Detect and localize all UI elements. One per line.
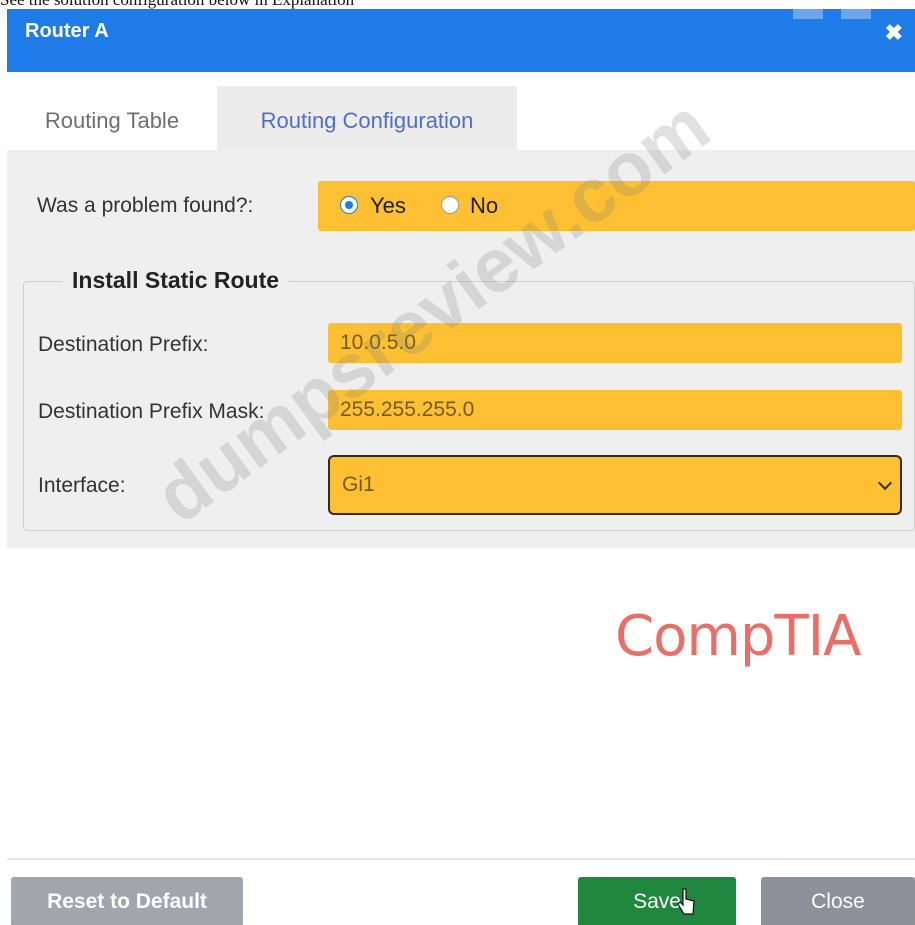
problem-found-radio-group: Yes No: [318, 181, 915, 231]
comptia-logo: CompTIA: [615, 604, 861, 669]
tab-routing-configuration[interactable]: Routing Configuration: [217, 86, 517, 156]
interface-select-value: Gi1: [342, 473, 375, 496]
yes-radio-label: Yes: [370, 193, 406, 218]
close-icon[interactable]: ✖: [885, 21, 903, 45]
interface-select[interactable]: Gi1: [328, 455, 902, 515]
tab-bar: Routing Table Routing Configuration: [7, 72, 915, 156]
problem-found-label: Was a problem found?:: [37, 194, 254, 217]
close-button[interactable]: Close: [761, 877, 915, 925]
dialog-title: Router A: [25, 20, 109, 42]
no-radio-label: No: [470, 193, 499, 218]
routing-configuration-panel: Was a problem found?: Yes No Install Sta…: [7, 150, 915, 548]
chevron-down-icon: [877, 475, 893, 491]
dialog-title-bar: Router A ✖: [7, 9, 915, 72]
tab-routing-table[interactable]: Routing Table: [7, 86, 217, 156]
no-radio[interactable]: [441, 196, 459, 214]
section-title: Install Static Route: [62, 267, 290, 294]
top-caption: See the solution configuration below in …: [0, 0, 915, 9]
destination-prefix-mask-input[interactable]: 255.255.255.0: [328, 390, 902, 430]
destination-prefix-input[interactable]: 10.0.5.0: [328, 323, 902, 363]
title-bar-decoration: [793, 9, 823, 19]
page: See the solution configuration below in …: [0, 0, 915, 925]
reset-to-default-button[interactable]: Reset to Default: [11, 877, 243, 925]
destination-prefix-label: Destination Prefix:: [38, 333, 209, 356]
dialog-footer: Reset to Default Save Close: [7, 858, 915, 925]
interface-label: Interface:: [38, 474, 126, 497]
title-bar-decoration: [841, 9, 871, 19]
save-button[interactable]: Save: [578, 877, 736, 925]
yes-radio[interactable]: [340, 196, 358, 214]
destination-prefix-mask-label: Destination Prefix Mask:: [38, 400, 265, 423]
